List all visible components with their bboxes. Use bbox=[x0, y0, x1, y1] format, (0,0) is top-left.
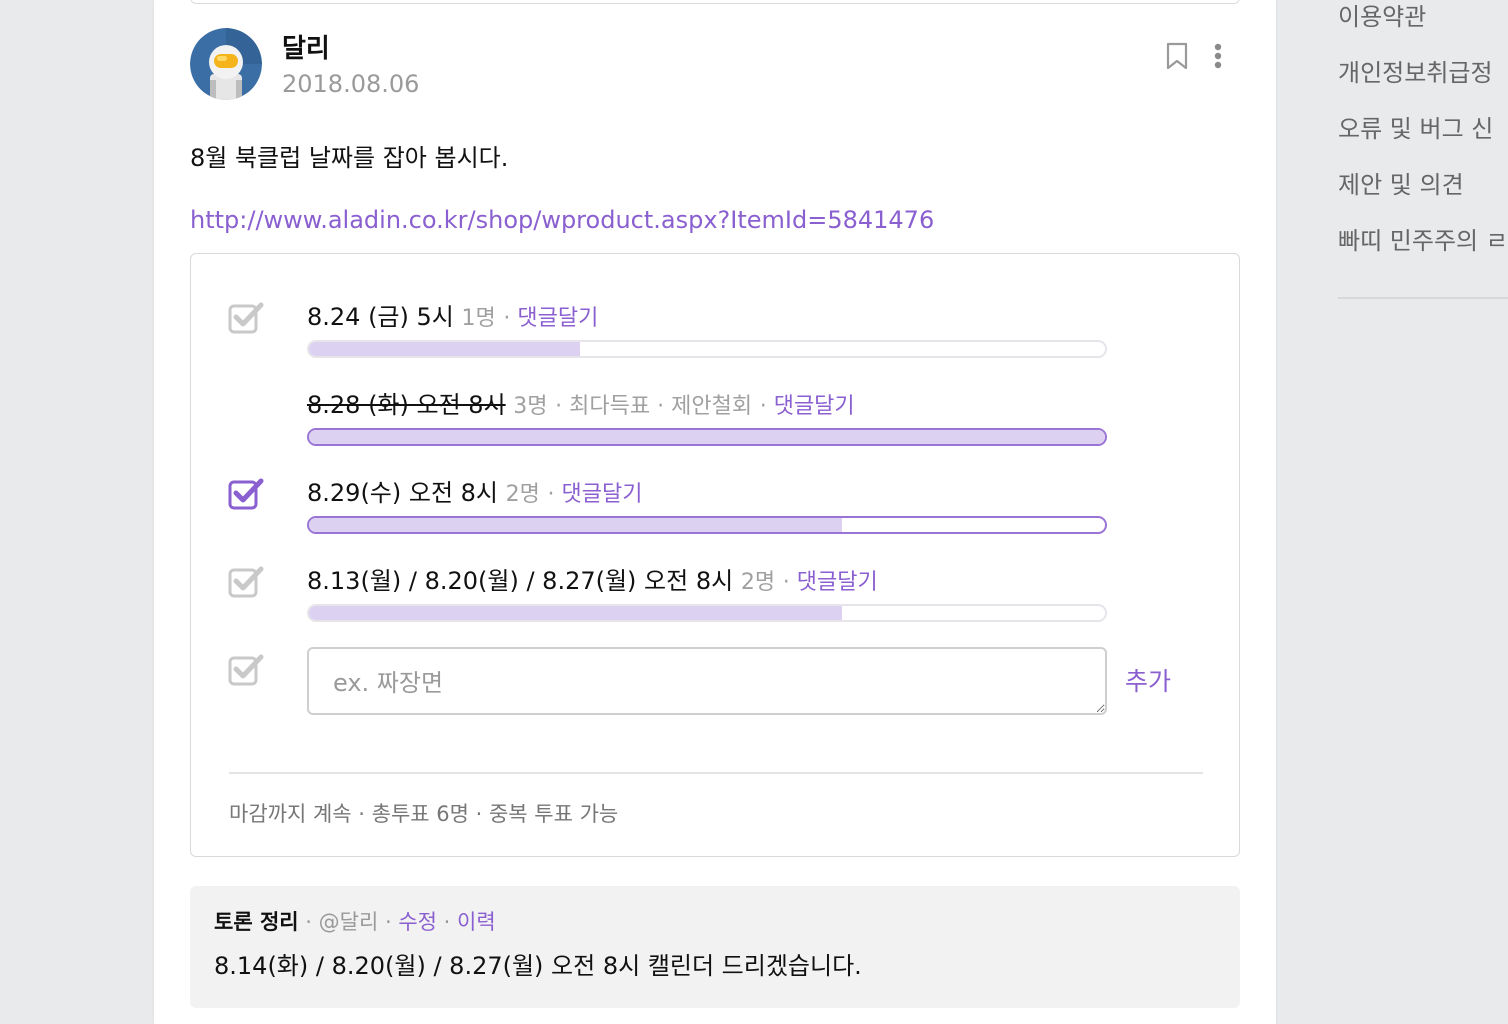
reply-link[interactable]: 댓글달기 bbox=[774, 394, 855, 419]
add-option-button[interactable]: 추가 bbox=[1125, 662, 1171, 698]
sidebar-divider bbox=[1338, 297, 1508, 299]
summary-title: 토론 정리 bbox=[214, 910, 299, 934]
poll-footer: 마감까지 계속 · 총투표 6명 · 중복 투표 가능 bbox=[229, 802, 619, 826]
divider bbox=[229, 772, 1203, 774]
poll-option-4: 8.13(월) / 8.20(월) / 8.27(월) 오전 8시 2명 · 댓… bbox=[307, 561, 878, 596]
separator: · bbox=[384, 910, 399, 934]
author-name[interactable]: 달리 bbox=[282, 28, 330, 65]
progress-fill bbox=[309, 430, 1105, 444]
separator: · bbox=[443, 910, 458, 934]
option-votes[interactable]: 1명 bbox=[462, 306, 496, 331]
post-date: 2018.08.06 bbox=[282, 70, 420, 98]
reply-link[interactable]: 댓글달기 bbox=[562, 482, 643, 507]
sidebar-link-feedback[interactable]: 제안 및 의견 bbox=[1338, 165, 1464, 200]
option-label: 8.29(수) 오전 8시 bbox=[307, 479, 499, 507]
separator: · bbox=[759, 394, 774, 419]
summary-edit-link[interactable]: 수정 bbox=[398, 910, 437, 934]
option-check-icon[interactable] bbox=[227, 564, 267, 600]
sidebar-link-privacy[interactable]: 개인정보취급정 bbox=[1338, 53, 1493, 88]
option-votes[interactable]: 3명 bbox=[513, 394, 547, 419]
separator: · bbox=[305, 910, 319, 934]
sidebar-link-bug-report[interactable]: 오류 및 버그 신 bbox=[1338, 109, 1493, 144]
discussion-summary: 토론 정리 · @달리 · 수정 · 이력 8.14(화) / 8.20(월) … bbox=[190, 886, 1240, 1008]
reply-link[interactable]: 댓글달기 bbox=[797, 570, 878, 595]
option-progress-bar bbox=[307, 516, 1107, 534]
bookmark-icon[interactable] bbox=[1164, 42, 1190, 70]
summary-header: 토론 정리 · @달리 · 수정 · 이력 bbox=[214, 906, 496, 936]
option-progress-bar bbox=[307, 428, 1107, 446]
poll-option-1: 8.24 (금) 5시 1명 · 댓글달기 bbox=[307, 297, 598, 332]
summary-author[interactable]: @달리 bbox=[319, 910, 379, 934]
previous-card-edge bbox=[190, 0, 1240, 4]
separator: · bbox=[503, 306, 518, 331]
new-option-input[interactable] bbox=[307, 647, 1107, 715]
summary-text: 8.14(화) / 8.20(월) / 8.27(월) 오전 8시 캘린더 드리… bbox=[214, 952, 862, 980]
post-body: 8월 북클럽 날짜를 잡아 봅시다. bbox=[190, 144, 509, 172]
progress-fill bbox=[309, 342, 580, 356]
sidebar-link-terms[interactable]: 이용약관 bbox=[1338, 0, 1426, 32]
option-label: 8.24 (금) 5시 bbox=[307, 303, 454, 331]
new-option-check-icon bbox=[227, 652, 267, 688]
option-progress-bar bbox=[307, 604, 1107, 622]
option-votes[interactable]: 2명 bbox=[741, 570, 775, 595]
poll: 8.24 (금) 5시 1명 · 댓글달기 8.28 (화) 오전 8시 3명 … bbox=[190, 253, 1240, 857]
summary-history-link[interactable]: 이력 bbox=[457, 910, 496, 934]
more-vertical-icon[interactable] bbox=[1208, 42, 1228, 70]
sidebar-link-democracy[interactable]: 빠띠 민주주의 ㄹ bbox=[1338, 221, 1508, 256]
option-votes[interactable]: 2명 bbox=[506, 482, 540, 507]
reply-link[interactable]: 댓글달기 bbox=[517, 306, 598, 331]
poll-option-2: 8.28 (화) 오전 8시 3명 · 최다득표 · 제안철회 · 댓글달기 bbox=[307, 385, 855, 420]
separator: · bbox=[782, 570, 797, 595]
progress-fill bbox=[309, 518, 843, 532]
author-avatar[interactable] bbox=[190, 28, 262, 100]
option-label: 8.28 (화) 오전 8시 bbox=[307, 391, 506, 419]
option-extra: · 최다득표 · 제안철회 bbox=[555, 394, 753, 419]
option-progress-bar bbox=[307, 340, 1107, 358]
progress-fill bbox=[309, 606, 843, 620]
poll-option-3: 8.29(수) 오전 8시 2명 · 댓글달기 bbox=[307, 473, 643, 508]
separator: · bbox=[547, 482, 562, 507]
option-checked-icon[interactable] bbox=[227, 476, 267, 512]
option-check-icon[interactable] bbox=[227, 300, 267, 336]
post-link[interactable]: http://www.aladin.co.kr/shop/wproduct.as… bbox=[190, 206, 934, 234]
option-label: 8.13(월) / 8.20(월) / 8.27(월) 오전 8시 bbox=[307, 567, 734, 595]
